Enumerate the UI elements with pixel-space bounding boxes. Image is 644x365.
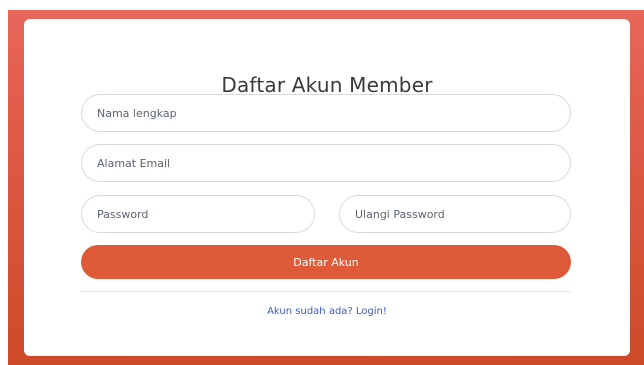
password-input[interactable] [81, 195, 315, 233]
divider [81, 291, 571, 292]
full-name-input[interactable] [81, 94, 571, 132]
email-input[interactable] [81, 144, 571, 182]
repeat-password-input[interactable] [339, 195, 571, 233]
login-link[interactable]: Akun sudah ada? Login! [24, 306, 630, 317]
register-button[interactable]: Daftar Akun [81, 245, 571, 279]
register-card: Daftar Akun Member Daftar Akun Akun suda… [24, 19, 630, 356]
